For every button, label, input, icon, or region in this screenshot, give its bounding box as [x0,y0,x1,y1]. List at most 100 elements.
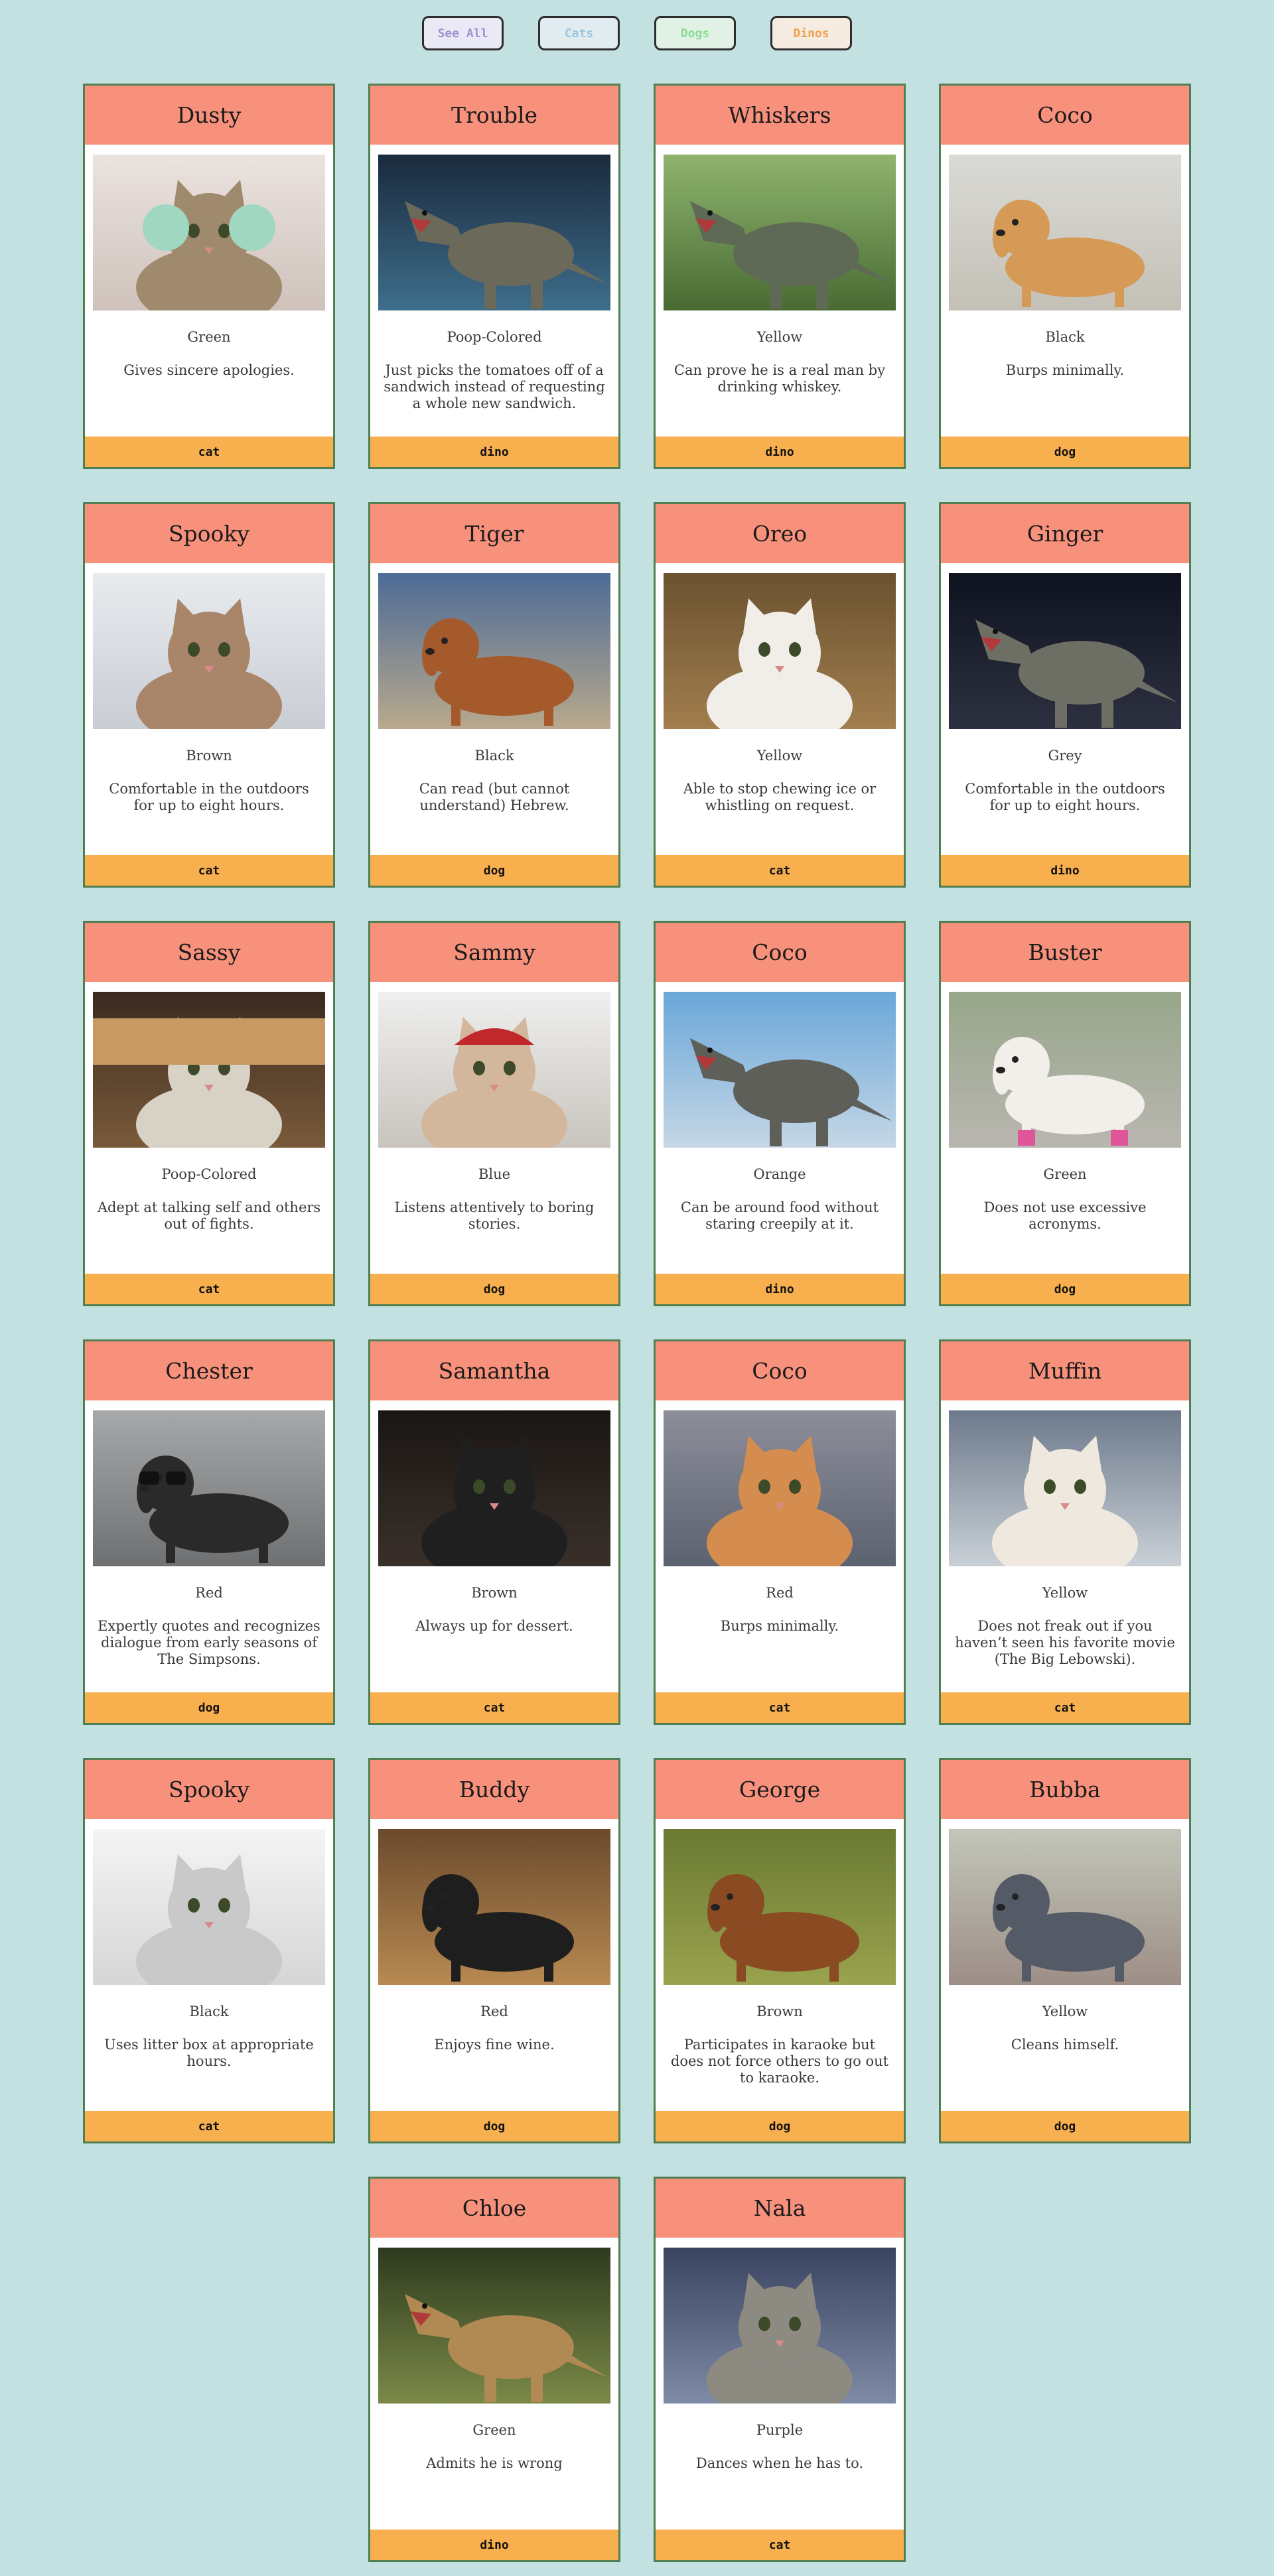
pet-type-label: cat [85,2111,333,2141]
pet-description: Does not use excessive acronyms. [983,1199,1147,1232]
pet-description: Listens attentively to boring stories. [394,1199,595,1232]
pet-card[interactable]: Coco Black Burps minimally. dog [939,84,1191,469]
pet-photo [949,573,1181,729]
pet-description: Burps minimally. [720,1618,839,1634]
pet-name: Ginger [941,504,1189,565]
pet-type-label: cat [370,1692,618,1723]
pet-card[interactable]: Muffin Yellow Does not freak out if you ha… [939,1339,1191,1725]
filter-dogs-button[interactable]: Dogs [654,16,736,50]
pet-type-label: dino [370,2530,618,2560]
pet-photo [378,992,610,1148]
pet-type-label: dog [370,855,618,886]
pet-name: Coco [941,86,1189,147]
pet-card[interactable]: Samantha Brown Always up for dessert. cat [368,1339,620,1725]
pet-type-label: cat [85,1274,333,1304]
pet-card[interactable]: Oreo Yellow Able to stop chewing ice or wh… [654,502,906,888]
pet-card[interactable]: Trouble Poop-Colored Just picks the tomato… [368,84,620,469]
pet-name: Bubba [941,1760,1189,1821]
pet-name: Tiger [370,504,618,565]
pet-color: Green [187,329,231,345]
pet-card[interactable]: Sammy Blue Listens attentively to boring s… [368,921,620,1306]
pet-photo [949,992,1181,1148]
pet-color: Yellow [1042,2003,1088,2019]
pet-type-label: dog [941,1274,1189,1304]
pet-photo [949,1829,1181,1985]
pet-card[interactable]: Sassy Poop-Colored Adept at talking self a… [83,921,335,1306]
pet-description: Comfortable in the outdoors for up to ei… [965,781,1165,813]
pet-description: Always up for dessert. [415,1618,573,1634]
pet-name: Chloe [370,2179,618,2240]
pet-card[interactable]: Coco Red Burps minimally. cat [654,1339,906,1725]
pet-description: Can read (but cannot understand) Hebrew. [419,781,570,813]
pet-type-label: cat [85,855,333,886]
pet-color: Red [480,2003,508,2019]
pet-name: Nala [656,2179,904,2240]
pet-photo [664,992,896,1148]
pet-description: Dances when he has to. [695,2455,864,2471]
filter-cats-button[interactable]: Cats [538,16,620,50]
filter-all-button[interactable]: See All [422,16,504,50]
pet-card[interactable]: Spooky Black Uses litter box at appropriat… [83,1758,335,2143]
pet-type-label: dog [85,1692,333,1723]
pet-card[interactable]: Whiskers Yellow Can prove he is a real man… [654,84,906,469]
pet-color: Yellow [756,329,803,345]
pet-card[interactable]: Dusty Green Gives sincere apologies. cat [83,84,335,469]
pet-card[interactable]: Chester Red Expertly quotes and recognizes… [83,1339,335,1725]
pet-color: Poop-Colored [161,1166,257,1182]
pet-color: Black [189,2003,229,2019]
pet-card[interactable]: Nala Purple Dances when he has to. cat [654,2177,906,2562]
pet-color: Purple [756,2422,804,2438]
pet-description: Gives sincere apologies. [123,362,295,378]
pet-name: Sammy [370,923,618,984]
pet-description: Adept at talking self and others out of … [97,1199,321,1232]
pet-card[interactable]: Coco Orange Can be around food without sta… [654,921,906,1306]
pet-type-label: cat [656,1692,904,1723]
pet-description: Comfortable in the outdoors for up to ei… [109,781,309,813]
pet-photo [93,573,325,729]
pet-card[interactable]: Buddy Red Enjoys fine wine. dog [368,1758,620,2143]
pet-description: Burps minimally. [1005,362,1125,378]
pet-description: Can prove he is a real man by drinking w… [673,362,886,395]
pet-card[interactable]: Bubba Yellow Cleans himself. dog [939,1758,1191,2143]
pet-color: Black [474,748,514,764]
pet-photo [664,155,896,310]
pet-name: Buddy [370,1760,618,1821]
filter-dinos-button[interactable]: Dinos [770,16,852,50]
pet-card[interactable]: Tiger Black Can read (but cannot understan… [368,502,620,888]
pet-photo [664,2248,896,2404]
pet-type-label: dog [370,1274,618,1304]
pet-photo [93,1410,325,1566]
filter-bar: See All Cats Dogs Dinos [0,16,1274,52]
pet-card[interactable]: George Brown Participates in karaoke but d… [654,1758,906,2143]
pet-photo [93,992,325,1148]
pet-name: Muffin [941,1341,1189,1402]
pet-photo [664,1829,896,1985]
pet-name: Trouble [370,86,618,147]
pet-card[interactable]: Ginger Grey Comfortable in the outdoors fo… [939,502,1191,888]
pet-photo [378,1410,610,1566]
pet-photo [664,1410,896,1566]
pet-description: Expertly quotes and recognizes dialogue … [98,1618,320,1667]
pet-type-label: dino [370,437,618,467]
pet-name: Coco [656,923,904,984]
pet-card[interactable]: Spooky Brown Comfortable in the outdoors f… [83,502,335,888]
pet-description: Participates in karaoke but does not for… [670,2037,889,2086]
pet-card[interactable]: Chloe Green Admits he is wrong dino [368,2177,620,2562]
pet-color: Brown [471,1585,518,1601]
pet-color: Orange [753,1166,806,1182]
pet-name: Buster [941,923,1189,984]
pet-name: Coco [656,1341,904,1402]
pet-color: Brown [186,748,232,764]
pet-name: Spooky [85,1760,333,1821]
pet-type-label: dino [941,855,1189,886]
pet-type-label: dog [370,2111,618,2141]
pet-card[interactable]: Buster Green Does not use excessive acrony… [939,921,1191,1306]
pet-photo [378,1829,610,1985]
pet-photo [949,155,1181,310]
pet-color: Green [1043,1166,1087,1182]
pet-photo [378,573,610,729]
pet-name: Chester [85,1341,333,1402]
pet-description: Does not freak out if you haven’t seen h… [955,1618,1175,1667]
pet-description: Cleans himself. [1011,2037,1119,2053]
pet-color: Yellow [1042,1585,1088,1601]
